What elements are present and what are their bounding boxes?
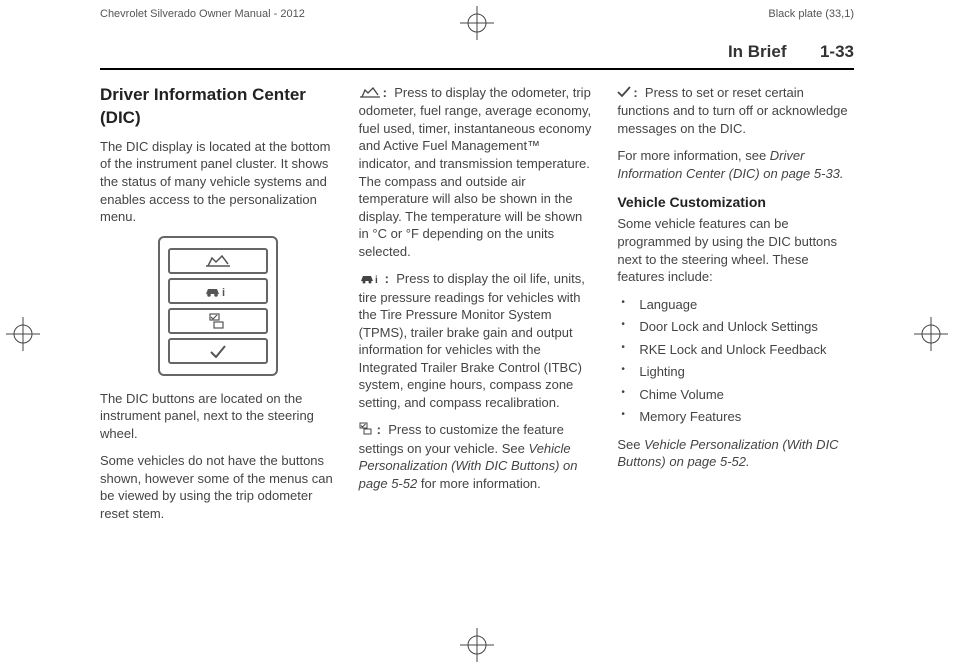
body-text: For more information, see <box>617 148 769 163</box>
dic-buttons-illustration: i <box>158 236 278 376</box>
page-number: 1-33 <box>820 42 854 61</box>
set-reset-button-icon <box>168 338 268 364</box>
list-item: Lighting <box>617 363 854 381</box>
body-text: Some vehicles do not have the buttons sh… <box>100 452 337 522</box>
body-text: See <box>617 437 644 452</box>
list-item: Chime Volume <box>617 386 854 404</box>
button-description: Press to set or reset certain functions … <box>617 85 847 136</box>
button-description: for more information. <box>417 476 541 491</box>
trip-icon <box>359 85 381 103</box>
column-3: : Press to set or reset certain function… <box>617 84 854 532</box>
registration-mark-icon <box>460 628 494 662</box>
dic-heading: Driver Information Center (DIC) <box>100 84 337 130</box>
body-text: See Vehicle Personalization (With DIC Bu… <box>617 436 854 471</box>
body-text: The DIC buttons are located on the instr… <box>100 390 337 443</box>
doc-title: Chevrolet Silverado Owner Manual - 2012 <box>100 8 305 20</box>
checkmark-icon <box>617 85 631 103</box>
vehicle-info-button-icon: i <box>168 278 268 304</box>
body-text: : Press to display the odometer, trip od… <box>359 84 596 260</box>
svg-text:i: i <box>222 287 225 298</box>
features-list: Language Door Lock and Unlock Settings R… <box>617 296 854 426</box>
list-item: Language <box>617 296 854 314</box>
list-item: RKE Lock and Unlock Feedback <box>617 341 854 359</box>
list-item: Door Lock and Unlock Settings <box>617 318 854 336</box>
vehicle-customization-heading: Vehicle Customization <box>617 193 854 212</box>
trip-button-icon <box>168 248 268 274</box>
body-text: The DIC display is located at the bottom… <box>100 138 337 226</box>
column-1: Driver Information Center (DIC) The DIC … <box>100 84 337 532</box>
registration-mark-icon <box>914 317 948 351</box>
body-text: Some vehicle features can be programmed … <box>617 215 854 285</box>
plate-label: Black plate (33,1) <box>768 8 854 20</box>
body-text: For more information, see Driver Informa… <box>617 147 854 182</box>
body-text: : Press to customize the feature setting… <box>359 421 596 492</box>
column-2: : Press to display the odometer, trip od… <box>359 84 596 532</box>
section-title: In Brief <box>728 42 787 61</box>
button-description: Press to display the oil life, units, ti… <box>359 271 585 410</box>
customize-icon <box>359 422 375 440</box>
list-item: Memory Features <box>617 408 854 426</box>
body-text: : Press to set or reset certain function… <box>617 84 854 137</box>
button-description: Press to display the odometer, trip odom… <box>359 85 592 259</box>
customize-button-icon <box>168 308 268 334</box>
registration-mark-icon <box>6 317 40 351</box>
svg-text:i: i <box>375 275 378 284</box>
body-text: i : Press to display the oil life, units… <box>359 270 596 411</box>
cross-reference: Vehicle Personalization (With DIC Button… <box>617 437 838 470</box>
vehicle-info-icon: i <box>359 271 383 289</box>
registration-mark-icon <box>460 6 494 40</box>
